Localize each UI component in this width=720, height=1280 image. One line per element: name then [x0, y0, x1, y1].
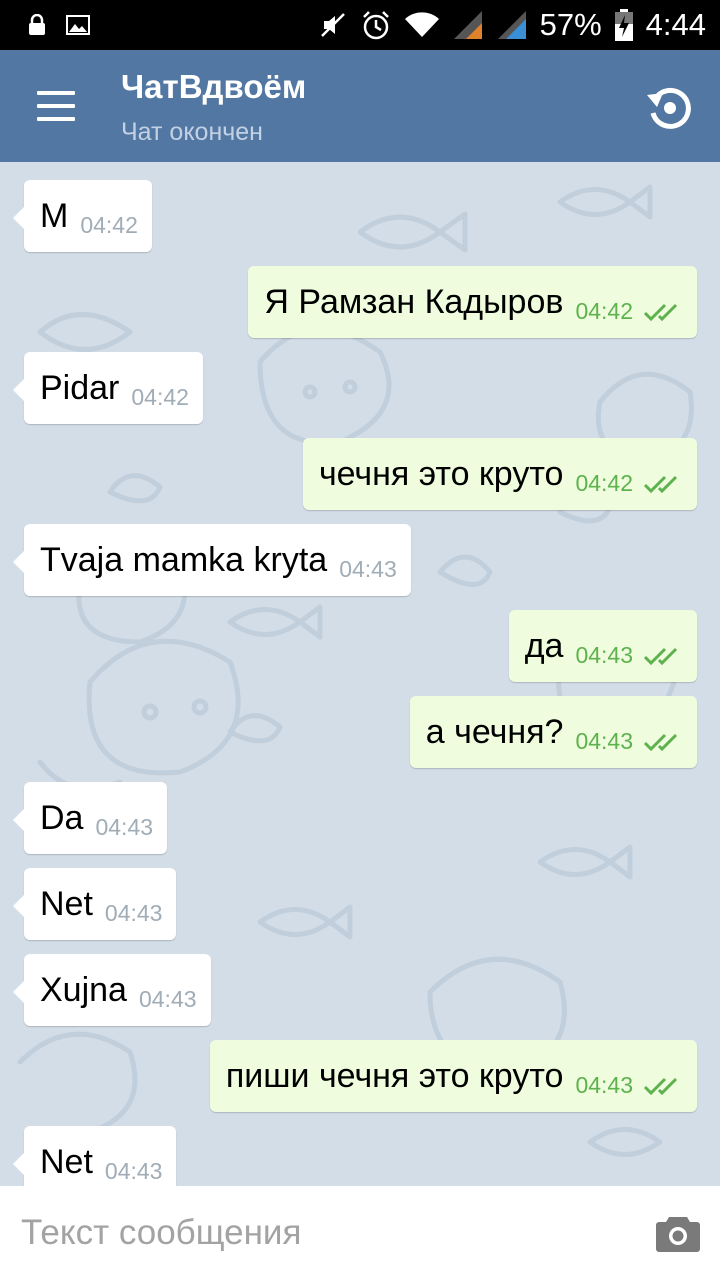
message-time: 04:42 [80, 211, 138, 238]
message-time: 04:42 [131, 383, 189, 410]
message-time: 04:43 [575, 641, 633, 668]
message-text: M [40, 196, 69, 235]
lock-icon [28, 14, 46, 36]
message-input[interactable] [21, 1203, 621, 1263]
message-time: 04:43 [575, 1071, 633, 1098]
hamburger-menu-icon[interactable] [22, 76, 90, 136]
message-time: 04:43 [95, 813, 154, 840]
message-text: Pidar [40, 368, 120, 407]
message-time: 04:43 [138, 985, 197, 1012]
message-bubble-incoming[interactable]: Net 04:43 [12, 1126, 177, 1186]
message-text: а чечня? [425, 712, 564, 751]
message-text: Xujna [40, 970, 127, 1009]
message-bubble-outgoing[interactable]: а чечня? 04:43 [409, 696, 697, 768]
chat-title: ЧатВдвоём [121, 68, 307, 105]
camera-icon[interactable] [654, 1212, 702, 1254]
message-bubble-incoming[interactable]: M 04:42 [13, 180, 152, 252]
message-time: 04:43 [104, 899, 163, 926]
message-time: 04:43 [104, 1157, 163, 1184]
wifi-icon [404, 11, 440, 39]
message-bubble-outgoing[interactable]: пиши чечня это круто 04:43 [209, 1040, 697, 1112]
restart-icon[interactable] [640, 78, 700, 138]
status-bar: 57% 4:44 [0, 0, 720, 50]
message-bubble-outgoing[interactable]: чечня это круто 04:42 [302, 438, 697, 510]
message-bubble-outgoing[interactable]: Я Рамзан Кадыров 04:42 [248, 266, 697, 338]
double-check-icon [643, 474, 683, 494]
message-bubble-incoming[interactable]: Pidar 04:42 [13, 352, 203, 424]
alarm-icon [360, 9, 392, 41]
image-icon [66, 15, 90, 35]
app-bar: ЧатВдвоём Чат окончен [0, 50, 720, 162]
message-time: 04:42 [575, 469, 633, 496]
message-bubble-incoming[interactable]: Da 04:43 [12, 782, 168, 854]
message-list[interactable]: M 04:42 Я Рамзан Кадыров 04:42 Pidar 04:… [0, 162, 720, 1186]
message-bubble-incoming[interactable]: Net 04:43 [12, 868, 177, 940]
double-check-icon [643, 732, 683, 752]
clock: 4:44 [645, 7, 706, 42]
message-bubble-incoming[interactable]: Xujna 04:43 [13, 954, 211, 1026]
message-text: Я Рамзан Кадыров [264, 282, 564, 321]
message-text: да [524, 626, 564, 665]
double-check-icon [643, 302, 683, 322]
message-text: Tvaja mamka kryta [40, 540, 328, 579]
signal-icon-1 [452, 9, 484, 41]
message-composer [0, 1186, 720, 1280]
message-time: 04:43 [339, 555, 397, 582]
message-text: пиши чечня это круто [225, 1056, 564, 1095]
signal-icon-2 [496, 9, 528, 41]
message-time: 04:42 [575, 297, 633, 324]
mute-icon [318, 10, 348, 40]
double-check-icon [643, 646, 683, 666]
message-bubble-incoming[interactable]: Tvaja mamka kryta 04:43 [13, 524, 411, 596]
chat-status: Чат окончен [121, 118, 263, 146]
message-text: Net [40, 884, 93, 923]
battery-percent: 57% [539, 7, 602, 42]
message-bubble-outgoing[interactable]: да 04:43 [508, 610, 697, 682]
message-text: Net [40, 1142, 93, 1181]
message-text: чечня это круто [318, 454, 564, 493]
battery-icon [614, 8, 634, 42]
double-check-icon [643, 1076, 683, 1096]
message-time: 04:43 [575, 727, 633, 754]
message-text: Da [40, 798, 84, 837]
